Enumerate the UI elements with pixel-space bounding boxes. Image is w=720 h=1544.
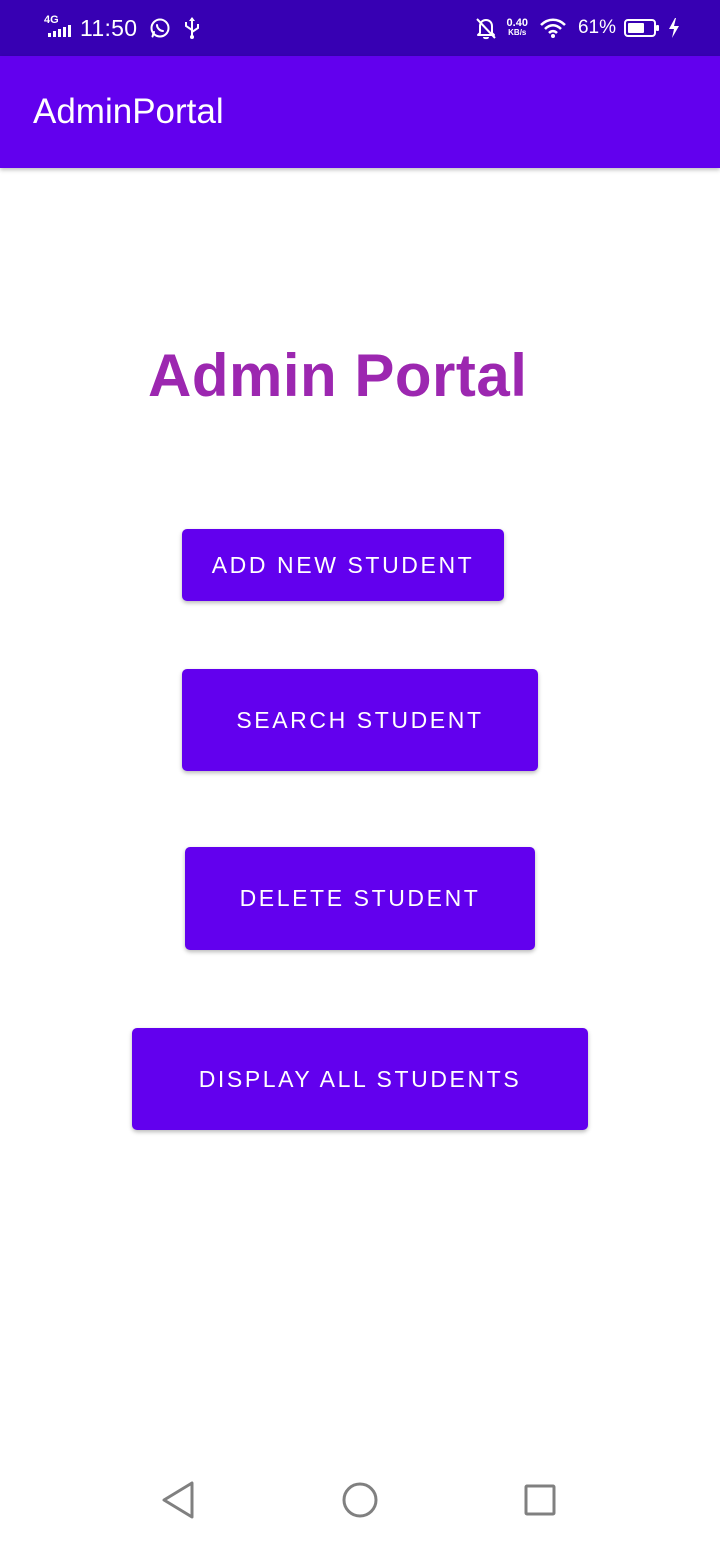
- recents-icon[interactable]: [518, 1478, 562, 1522]
- network-speed-unit: KB/s: [508, 28, 527, 37]
- signal-icon: 4G: [44, 15, 76, 41]
- notifications-off-icon: [475, 16, 497, 40]
- app-bar: AdminPortal: [0, 56, 720, 168]
- add-new-student-button[interactable]: ADD NEW STUDENT: [182, 529, 504, 601]
- back-icon[interactable]: [156, 1478, 200, 1522]
- delete-student-button[interactable]: DELETE STUDENT: [185, 847, 535, 950]
- screen: 4G 11:50 0.40 KB/s 61% AdminPortal Admin…: [0, 0, 720, 1544]
- navigation-bar: [0, 1456, 720, 1544]
- status-time: 11:50: [80, 15, 138, 41]
- battery-icon: [624, 18, 660, 38]
- status-bar: 4G 11:50 0.40 KB/s 61%: [0, 0, 720, 56]
- display-all-students-button[interactable]: DISPLAY ALL STUDENTS: [132, 1028, 588, 1130]
- status-bar-left: 4G 11:50: [44, 14, 201, 42]
- app-bar-title: AdminPortal: [33, 92, 224, 131]
- home-icon[interactable]: [338, 1478, 382, 1522]
- wifi-icon: [540, 18, 566, 38]
- network-speed: 0.40 KB/s: [507, 18, 528, 38]
- usb-icon: [183, 16, 201, 40]
- battery-percent: 61%: [577, 17, 616, 38]
- whatsapp-icon: [149, 17, 171, 39]
- status-bar-right: 0.40 KB/s 61%: [463, 14, 680, 42]
- page-heading: Admin Portal: [148, 342, 528, 409]
- network-speed-value: 0.40: [506, 17, 528, 29]
- search-student-button[interactable]: SEARCH STUDENT: [182, 669, 538, 771]
- charging-icon: [668, 18, 680, 38]
